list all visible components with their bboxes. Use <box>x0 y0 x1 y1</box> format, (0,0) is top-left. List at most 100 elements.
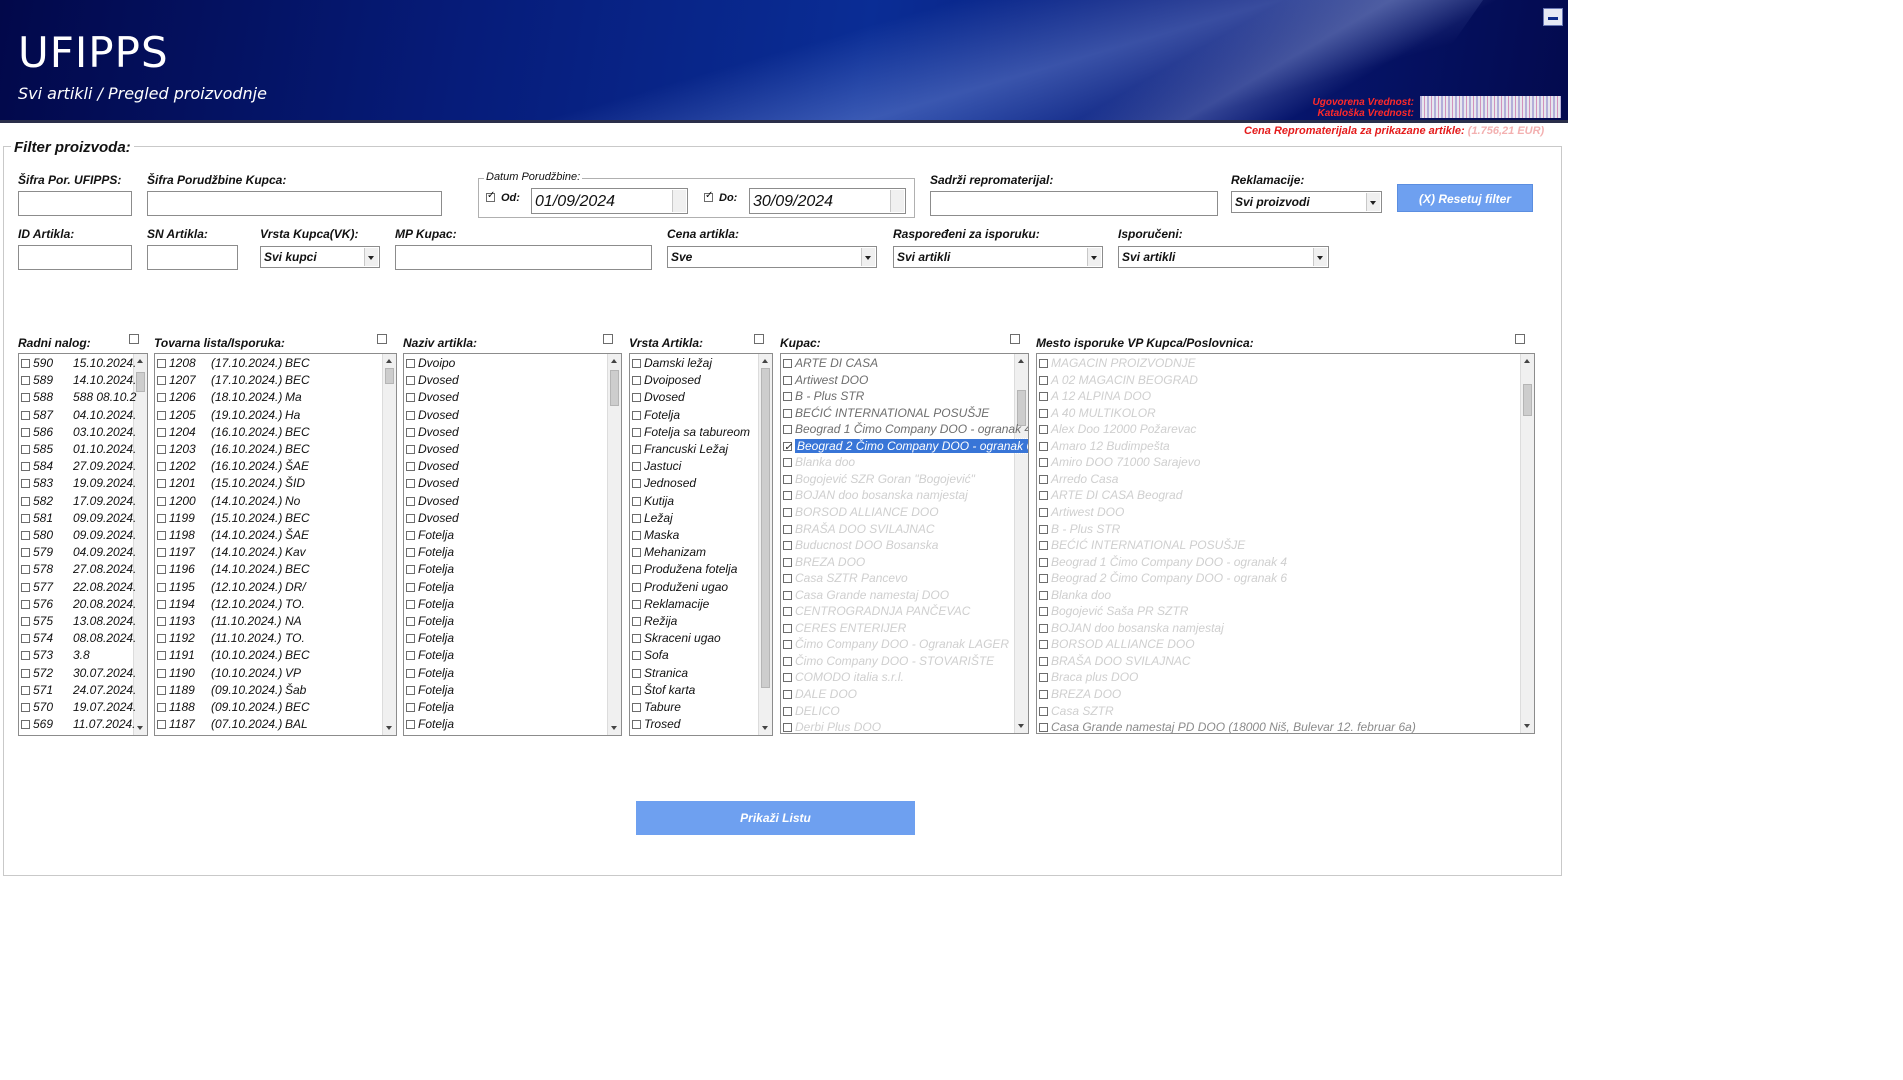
scrollbar[interactable] <box>607 354 621 735</box>
list-item[interactable]: Ležaj <box>632 510 673 527</box>
list-item[interactable]: Amiro DOO 71000 Sarajevo <box>1039 454 1200 471</box>
scroll-thumb[interactable] <box>610 370 619 406</box>
list-item-checkbox[interactable] <box>21 599 30 609</box>
chevron-down-icon[interactable] <box>890 190 904 212</box>
list-item[interactable]: Fotelja <box>406 544 454 561</box>
list-item[interactable]: 569 11.07.2024. <box>21 716 136 733</box>
list-item-checkbox[interactable] <box>1039 507 1048 517</box>
list-item-checkbox[interactable] <box>157 513 166 523</box>
list-item[interactable]: Maska <box>632 527 679 544</box>
list-item[interactable]: A 02 MAGACIN BEOGRAD <box>1039 372 1198 389</box>
list-item-checkbox[interactable] <box>783 640 792 650</box>
list-item[interactable]: B - Plus STR <box>1039 521 1120 538</box>
list-item[interactable]: 577 22.08.2024. <box>21 579 136 596</box>
list-item[interactable]: Beograd 1 Čimo Company DOO - ogranak 4 <box>1039 554 1287 571</box>
list-item-checkbox[interactable] <box>157 376 166 386</box>
list-item[interactable]: 584 27.09.2024. <box>21 458 136 475</box>
list-item-checkbox[interactable] <box>21 634 30 644</box>
reklamacije-select[interactable]: Svi proizvodi <box>1231 191 1382 213</box>
list-item[interactable]: 575 13.08.2024. <box>21 613 136 630</box>
chevron-down-icon[interactable] <box>1087 248 1101 266</box>
list-item-checkbox[interactable] <box>157 651 166 661</box>
list-item-checkbox[interactable] <box>632 462 641 472</box>
list-item-checkbox[interactable] <box>783 590 792 600</box>
list-item[interactable]: 570 19.07.2024. <box>21 699 136 716</box>
list-item[interactable]: Fotelja <box>406 596 454 613</box>
list-item-checkbox[interactable] <box>406 531 415 540</box>
list-item[interactable]: Tabure <box>632 699 681 716</box>
list-item[interactable]: 582 17.09.2024. <box>21 493 136 510</box>
list-item[interactable]: Damski ležaj <box>632 355 712 372</box>
list-item[interactable]: A 12 ALPINA DOO <box>1039 388 1151 405</box>
list-item-checkbox[interactable] <box>21 565 30 575</box>
list-item-checkbox[interactable] <box>632 548 641 558</box>
list-item-checkbox[interactable] <box>783 574 792 584</box>
list-item[interactable]: ARTE DI CASA Beograd <box>1039 487 1182 504</box>
list-item[interactable]: 1195 (12.10.2024.) DR/ <box>157 579 306 596</box>
list-item-checkbox[interactable] <box>406 393 415 403</box>
radni-nalog-select-all[interactable] <box>129 334 139 344</box>
list-item[interactable]: Derbi Plus DOO <box>783 719 881 733</box>
list-item-checkbox[interactable] <box>632 445 641 454</box>
list-item-checkbox[interactable] <box>406 565 415 575</box>
list-item[interactable]: 1197 (14.10.2024.) Kav <box>157 544 306 561</box>
list-item-checkbox[interactable] <box>21 531 30 540</box>
od-date-picker[interactable]: 01/09/2024 <box>531 188 688 214</box>
chevron-down-icon[interactable] <box>1313 248 1327 266</box>
list-item-checkbox[interactable] <box>157 668 166 678</box>
list-item[interactable]: Dvosed <box>406 475 459 492</box>
list-item-checkbox[interactable] <box>1039 640 1048 650</box>
list-item-checkbox[interactable] <box>1039 491 1048 501</box>
list-item[interactable]: Dvosed <box>406 493 459 510</box>
scroll-down-icon[interactable] <box>1018 724 1024 728</box>
list-item-checkbox[interactable] <box>1039 541 1048 551</box>
list-item[interactable]: 572 30.07.2024. <box>21 665 136 682</box>
list-item-checkbox[interactable] <box>157 479 166 489</box>
list-item-checkbox[interactable] <box>406 513 415 523</box>
list-item[interactable]: 578 27.08.2024. <box>21 561 136 578</box>
list-item-checkbox[interactable] <box>21 496 30 506</box>
list-item[interactable]: 1194 (12.10.2024.) TO. <box>157 596 305 613</box>
list-item[interactable]: Jastuci <box>632 458 681 475</box>
scroll-up-icon[interactable] <box>137 359 143 363</box>
radni-nalog-list[interactable]: 590 15.10.2024. 589 14.10.2024. 588 588 08.10… <box>18 353 148 736</box>
mp-kupac-input[interactable] <box>395 245 652 270</box>
list-item-checkbox[interactable] <box>783 507 792 517</box>
list-item[interactable]: Reklamacije <box>632 596 709 613</box>
do-date-picker[interactable]: 30/09/2024 <box>749 188 906 214</box>
list-item[interactable]: 585 01.10.2024. <box>21 441 136 458</box>
list-item-checkbox[interactable] <box>157 427 166 437</box>
list-item-checkbox[interactable] <box>157 685 166 695</box>
list-item-checkbox[interactable] <box>783 656 792 666</box>
scroll-thumb[interactable] <box>385 368 394 384</box>
list-item-checkbox[interactable] <box>21 651 30 661</box>
list-item-checkbox[interactable] <box>21 685 30 695</box>
list-item-checkbox[interactable] <box>406 617 415 626</box>
list-item-checkbox[interactable] <box>157 445 166 454</box>
scroll-up-icon[interactable] <box>1018 359 1024 363</box>
list-item[interactable]: BORSOD ALLIANCE DOO <box>783 504 939 521</box>
list-item-checkbox[interactable] <box>783 723 792 733</box>
chevron-down-icon[interactable] <box>861 248 875 266</box>
list-item[interactable]: BEĆIĆ INTERNATIONAL POSUŠJE <box>783 405 989 422</box>
list-item[interactable]: 583 19.09.2024. <box>21 475 136 492</box>
list-item-checkbox[interactable] <box>632 617 641 626</box>
list-item-checkbox[interactable] <box>157 617 166 626</box>
vrsta-artikla-select-all[interactable] <box>754 334 764 344</box>
list-item[interactable]: BREZA DOO <box>1039 686 1121 703</box>
list-item[interactable]: Skraceni ugao <box>632 630 721 647</box>
list-item[interactable]: BREZA DOO <box>783 554 865 571</box>
list-item-checkbox[interactable] <box>1039 458 1048 468</box>
list-item[interactable]: Fotelja <box>406 527 454 544</box>
list-item[interactable]: BRAŠA DOO SVILAJNAC <box>1039 653 1191 670</box>
list-item[interactable]: Bogojević Saša PR SZTR <box>1039 603 1188 620</box>
list-item-checkbox[interactable] <box>157 410 166 420</box>
list-item-checkbox[interactable] <box>1039 425 1048 435</box>
list-item[interactable]: 1207 (17.10.2024.) BEC <box>157 372 310 389</box>
list-item[interactable]: 1192 (11.10.2024.) TO. <box>157 630 305 647</box>
list-item[interactable]: CERES ENTERIJER <box>783 620 906 637</box>
list-item[interactable]: Beograd 1 Čimo Company DOO - ogranak 4 <box>783 421 1028 438</box>
sifra-porudzbine-kupca-input[interactable] <box>147 191 442 216</box>
vrsta-artikla-list[interactable]: Damski ležaj Dvoiposed Dvosed Fotelja Fotelj… <box>629 353 773 736</box>
list-item[interactable]: 579 04.09.2024. <box>21 544 136 561</box>
